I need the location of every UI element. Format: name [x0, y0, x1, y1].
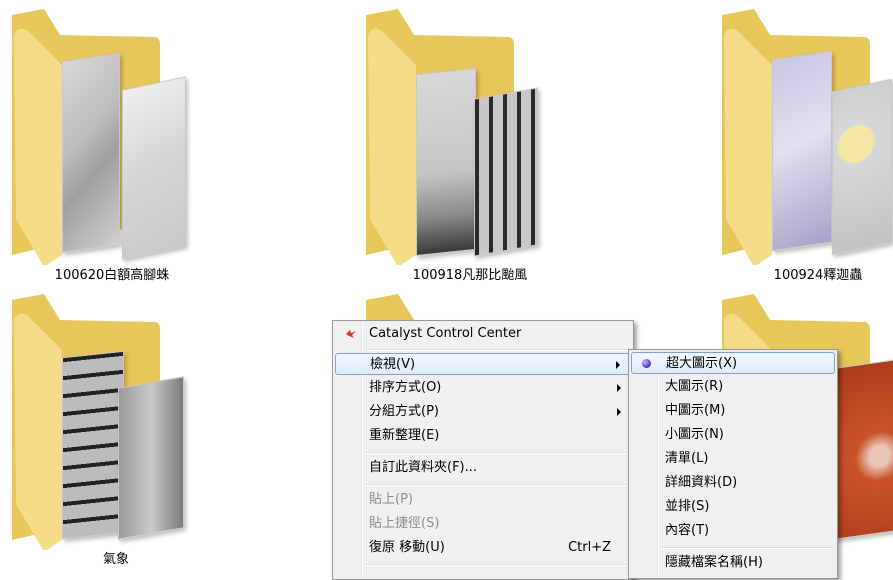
submenu-arrow-icon [617, 408, 621, 416]
submenu-item-tiles[interactable]: 並排(S) [631, 496, 835, 518]
menu-separator [365, 452, 629, 454]
view-submenu: 超大圖示(X) 大圖示(R) 中圖示(M) 小圖示(N) 清單(L) 詳細資料(… [628, 349, 838, 579]
menu-item-customize-folder[interactable]: 自訂此資料夾(F)... [335, 457, 631, 479]
menu-item-shortcut: Ctrl+Z [568, 540, 611, 555]
menu-item-label: 大圖示(R) [665, 379, 724, 394]
menu-separator [365, 349, 629, 351]
submenu-item-content[interactable]: 內容(T) [631, 520, 835, 542]
folder-icon [4, 5, 224, 265]
menu-item-label: 清單(L) [665, 451, 709, 466]
context-menu: Catalyst Control Center 檢視(V) 排序方式(O) 分組… [332, 320, 634, 580]
folder-item-typhoon[interactable]: 100918凡那比颱風 [358, 5, 578, 285]
submenu-item-hide-file-names[interactable]: 隱藏檔案名稱(H) [631, 552, 835, 574]
menu-item-label: 復原 移動(U) [369, 540, 445, 555]
menu-item-label: 排序方式(O) [369, 380, 442, 395]
menu-item-label: Catalyst Control Center [369, 326, 522, 341]
catalyst-icon [346, 330, 356, 338]
menu-item-label: 詳細資料(D) [665, 475, 738, 490]
submenu-item-medium-icons[interactable]: 中圖示(M) [631, 400, 835, 422]
submenu-arrow-icon [617, 384, 621, 392]
folder-label: 100924釋迦蟲 [773, 268, 863, 283]
menu-item-label: 自訂此資料夾(F)... [369, 460, 478, 475]
folder-icon [714, 5, 893, 265]
folder-icon [4, 290, 224, 550]
menu-item-label: 分組方式(P) [369, 404, 439, 419]
menu-item-undo-move[interactable]: 復原 移動(U) Ctrl+Z [335, 537, 631, 559]
menu-separator [365, 564, 629, 566]
submenu-item-list[interactable]: 清單(L) [631, 448, 835, 470]
menu-item-paste-shortcut[interactable]: 貼上捷徑(S) [335, 513, 631, 535]
menu-item-label: 超大圖示(X) [666, 356, 738, 371]
menu-item-label: 重新整理(E) [369, 428, 440, 443]
menu-item-label: 小圖示(N) [665, 427, 724, 442]
submenu-arrow-icon [616, 361, 620, 369]
folder-label: 100620白額高腳蛛 [54, 268, 170, 283]
menu-item-label: 隱藏檔案名稱(H) [665, 555, 763, 570]
folder-icon [358, 5, 578, 265]
menu-item-label: 貼上捷徑(S) [369, 516, 440, 531]
menu-item-label: 檢視(V) [370, 357, 416, 372]
menu-item-label: 並排(S) [665, 499, 710, 514]
menu-item-label: 內容(T) [665, 523, 710, 538]
menu-item-refresh[interactable]: 重新整理(E) [335, 425, 631, 447]
menu-item-paste[interactable]: 貼上(P) [335, 489, 631, 511]
radio-bullet-icon [642, 359, 651, 368]
menu-item-catalyst[interactable]: Catalyst Control Center [335, 323, 631, 345]
folder-item-spider[interactable]: 100620白額高腳蛛 [4, 5, 224, 285]
menu-item-view[interactable]: 檢視(V) [335, 353, 631, 375]
menu-item-label: 中圖示(M) [665, 403, 726, 418]
submenu-item-large-icons[interactable]: 大圖示(R) [631, 376, 835, 398]
menu-item-sort-by[interactable]: 排序方式(O) [335, 377, 631, 399]
submenu-item-details[interactable]: 詳細資料(D) [631, 472, 835, 494]
menu-separator [365, 484, 629, 486]
folder-label: 100918凡那比颱風 [412, 268, 528, 283]
menu-separator [661, 547, 833, 549]
menu-item-label: 貼上(P) [369, 492, 413, 507]
submenu-item-small-icons[interactable]: 小圖示(N) [631, 424, 835, 446]
folder-label: 氣象 [102, 552, 129, 567]
folder-item-insect[interactable]: 100924釋迦蟲 [714, 5, 893, 285]
folder-item-weather[interactable]: 氣象 [4, 290, 224, 570]
submenu-item-extra-large-icons[interactable]: 超大圖示(X) [631, 352, 835, 374]
menu-item-group-by[interactable]: 分組方式(P) [335, 401, 631, 423]
